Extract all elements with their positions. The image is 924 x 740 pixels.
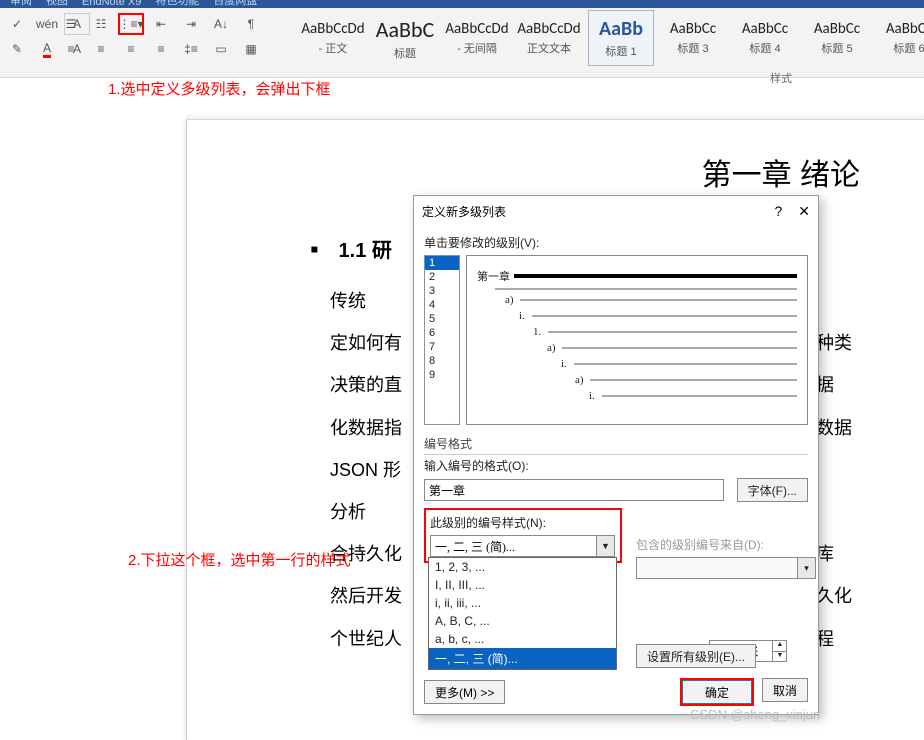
align-right-button[interactable]: ≡ <box>118 38 144 60</box>
bullets-button[interactable]: ☰ <box>58 13 84 35</box>
align-center-button[interactable]: ≡ <box>88 38 114 60</box>
level-listbox[interactable]: 1 2 3 4 5 6 7 8 9 <box>424 255 460 425</box>
number-style-label: 此级别的编号样式(N): <box>430 514 616 531</box>
more-button[interactable]: 更多(M) >> <box>424 680 505 704</box>
style-gallery[interactable]: AaBbCcDd- 正文 AaBbC标题 AaBbCcDd- 无间隔 AaBbC… <box>300 10 924 66</box>
style-option-lower-alpha[interactable]: a, b, c, ... <box>429 630 616 648</box>
highlight-button[interactable]: ✎ <box>4 38 30 60</box>
level-7[interactable]: 7 <box>425 340 459 354</box>
style-normal[interactable]: AaBbCcDd- 正文 <box>300 10 366 66</box>
style-heading5[interactable]: AaBbCc标题 5 <box>804 10 870 66</box>
style-bodytext[interactable]: AaBbCcDd正文文本 <box>516 10 582 66</box>
tab-endnote[interactable]: EndNote X9 <box>82 0 141 8</box>
level-preview: 第一章 a) i. 1. a) i. a) i. <box>466 255 808 425</box>
increase-indent-button[interactable]: ⇥ <box>178 13 204 35</box>
chevron-down-icon: ▾ <box>797 558 815 578</box>
tab-review[interactable]: 审阅 <box>10 0 32 8</box>
level-3[interactable]: 3 <box>425 284 459 298</box>
close-button[interactable]: ✕ <box>798 203 810 220</box>
include-level-combo <box>636 557 816 579</box>
level-9[interactable]: 9 <box>425 368 459 382</box>
style-heading3[interactable]: AaBbCc标题 3 <box>660 10 726 66</box>
chevron-down-icon[interactable]: ▼ <box>596 536 614 556</box>
annotation-2: 2.下拉这个框，选中第一行的样式 <box>128 549 351 570</box>
level-5[interactable]: 5 <box>425 312 459 326</box>
style-heading6[interactable]: AaBbCc标题 6 <box>876 10 924 66</box>
level-6[interactable]: 6 <box>425 326 459 340</box>
character-border-button[interactable]: wén <box>34 13 60 35</box>
level-1[interactable]: 1 <box>425 256 459 270</box>
tab-view[interactable]: 视图 <box>46 0 68 8</box>
dialog-title: 定义新多级列表 <box>422 203 506 220</box>
set-all-levels-button[interactable]: 设置所有级别(E)... <box>636 644 756 668</box>
format-input-label: 输入编号的格式(O): <box>424 457 808 474</box>
number-format-input[interactable] <box>424 479 724 501</box>
font-button[interactable]: 字体(F)... <box>737 478 808 502</box>
style-option-upper-alpha[interactable]: A, B, C, ... <box>429 612 616 630</box>
font-color-button[interactable]: A <box>34 38 60 60</box>
style-heading1[interactable]: AaBb标题 1 <box>588 10 654 66</box>
style-nospacing[interactable]: AaBbCcDd- 无间隔 <box>444 10 510 66</box>
define-multilevel-list-dialog: 定义新多级列表 ? ✕ 单击要修改的级别(V): 1 2 3 4 5 6 7 8… <box>413 195 819 715</box>
decrease-indent-button[interactable]: ⇤ <box>148 13 174 35</box>
style-group-label: 样式 <box>770 70 792 86</box>
doc-heading-1[interactable]: 第一章 绪论 <box>300 150 860 194</box>
style-option-upper-roman[interactable]: I, II, III, ... <box>429 576 616 594</box>
spin-up-icon[interactable]: ▲ <box>773 641 786 652</box>
number-style-dropdown[interactable]: 1, 2, 3, ... I, II, III, ... i, ii, iii,… <box>428 557 617 670</box>
borders-button[interactable]: ▦ <box>238 38 264 60</box>
numbering-button[interactable]: ☷ <box>88 13 114 35</box>
number-style-value[interactable] <box>430 535 615 557</box>
align-justify-button[interactable]: ≡ <box>148 38 174 60</box>
spin-down-icon[interactable]: ▼ <box>773 652 786 662</box>
cancel-button[interactable]: 取消 <box>762 678 808 702</box>
level-label: 单击要修改的级别(V): <box>424 234 808 251</box>
line-spacing-button[interactable]: ‡≡ <box>178 38 204 60</box>
style-option-123[interactable]: 1, 2, 3, ... <box>429 558 616 576</box>
level-4[interactable]: 4 <box>425 298 459 312</box>
number-style-combo[interactable]: ▼ 1, 2, 3, ... I, II, III, ... i, ii, ii… <box>430 535 615 557</box>
ribbon: ✓ wén A ✎ A A ☰ ☷ ⋮≡▾ ⇤ ⇥ A↓ ¶ ≡ ≡ ≡ ≡ ‡… <box>0 8 924 78</box>
format-section-label: 编号格式 <box>424 435 808 455</box>
level-2[interactable]: 2 <box>425 270 459 284</box>
shading-button[interactable]: ▭ <box>208 38 234 60</box>
level-8[interactable]: 8 <box>425 354 459 368</box>
help-button[interactable]: ? <box>774 203 782 220</box>
include-level-label: 包含的级别编号来自(D): <box>636 536 816 553</box>
align-left-button[interactable]: ≡ <box>58 38 84 60</box>
app-titlebar: 审阅 视图 EndNote X9 特色功能 百度网盘 <box>0 0 924 8</box>
style-option-lower-roman[interactable]: i, ii, iii, ... <box>429 594 616 612</box>
style-option-chinese-simple[interactable]: 一, 二, 三 (简)... <box>429 648 616 669</box>
sort-button[interactable]: A↓ <box>208 13 234 35</box>
tab-baidu[interactable]: 百度网盘 <box>213 0 257 8</box>
ok-button[interactable]: 确定 <box>682 680 752 704</box>
style-title[interactable]: AaBbC标题 <box>372 10 438 66</box>
multilevel-list-button[interactable]: ⋮≡▾ <box>118 13 144 35</box>
dialog-titlebar[interactable]: 定义新多级列表 ? ✕ <box>414 196 818 226</box>
style-heading4[interactable]: AaBbCc标题 4 <box>732 10 798 66</box>
show-marks-button[interactable]: ¶ <box>238 13 264 35</box>
watermark: CSDN @sheng_xinjun <box>690 707 820 722</box>
annotation-1: 1.选中定义多级列表，会弹出下框 <box>108 78 331 99</box>
phonetic-guide-button[interactable]: ✓ <box>4 13 30 35</box>
tab-features[interactable]: 特色功能 <box>155 0 199 8</box>
